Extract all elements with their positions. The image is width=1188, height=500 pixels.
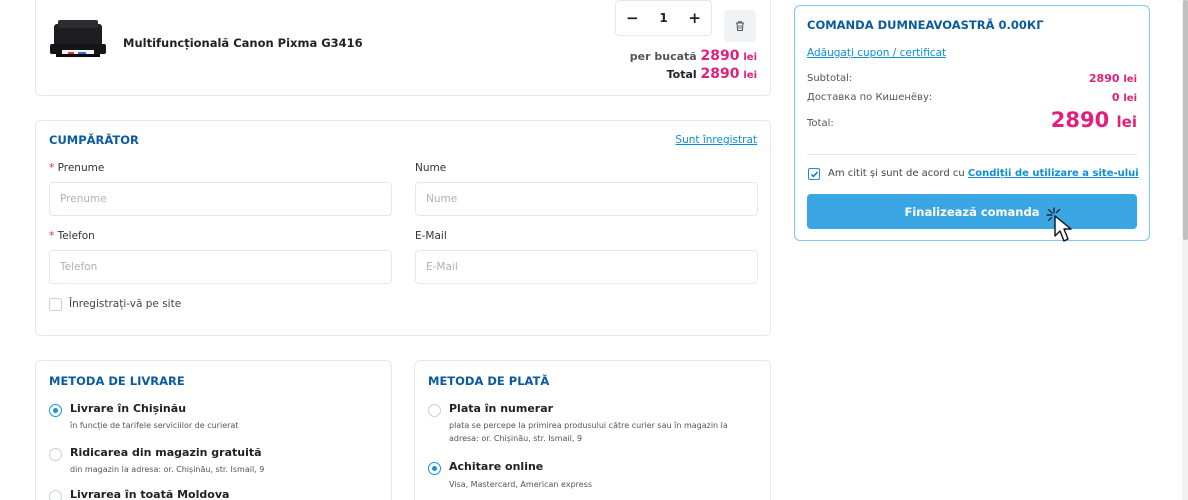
payment-option-title[interactable]: Plata în numerar — [449, 402, 553, 415]
delivery-cost-amount: 0 — [1111, 91, 1120, 104]
buyer-title: CUMPĂRĂTOR — [49, 133, 139, 147]
first-name-input[interactable] — [49, 182, 392, 216]
total-currency: lei — [743, 70, 757, 81]
cart-item-card: Multifuncțională Canon Pixma G3416 − 1 +… — [35, 0, 771, 96]
grand-total-value: 2890 lei — [1051, 108, 1137, 132]
delivery-cost-value: 0 lei — [1112, 91, 1137, 104]
remove-item-button[interactable] — [724, 10, 756, 42]
summary-title: COMANDA DUMNEAVOASTRĂ 0.00КГ — [807, 18, 1044, 32]
grand-total-amount: 2890 — [1050, 108, 1110, 132]
per-unit-label: per bucată — [629, 50, 697, 63]
grand-total-currency: lei — [1116, 113, 1137, 131]
page-scrollbar[interactable] — [1182, 0, 1188, 500]
delivery-option-title[interactable]: Livrarea în toată Moldova — [70, 488, 229, 500]
register-checkbox-label[interactable]: Înregistrați-vă pe site — [69, 298, 181, 310]
last-name-input[interactable] — [415, 182, 758, 216]
payment-title: METODA DE PLATĂ — [428, 374, 550, 388]
delivery-option-subtitle: din magazin la adresa: or. Chișinău, str… — [70, 465, 265, 474]
payment-radio-online[interactable] — [428, 462, 441, 475]
summary-divider — [807, 154, 1137, 155]
total-value: 2890 — [700, 66, 740, 82]
subtotal-amount: 2890 — [1088, 72, 1120, 85]
payment-option-subtitle: plata se percepe la primirea produsului … — [449, 421, 728, 443]
delivery-option-title[interactable]: Livrare în Chișinău — [70, 402, 186, 415]
terms-text: Am citit și sunt de acord cu Condiții de… — [828, 168, 1139, 179]
delivery-title: METODA DE LIVRARE — [49, 374, 185, 388]
click-cursor-icon — [1046, 207, 1072, 242]
phone-label: * Telefon — [49, 230, 95, 242]
payment-option-subtitle: Visa, Mastercard, American express — [449, 480, 593, 489]
order-summary-card: COMANDA DUMNEAVOASTRĂ 0.00КГ Adăugați cu… — [794, 5, 1150, 241]
required-mark: * — [49, 230, 55, 242]
subtotal-label: Subtotal: — [807, 73, 853, 84]
phone-label-text: Telefon — [57, 230, 95, 242]
decrease-quantity-button[interactable]: − — [626, 9, 639, 27]
delivery-radio-chisinau[interactable] — [49, 404, 62, 417]
delivery-method-card: METODA DE LIVRARE Livrare în Chișinău în… — [35, 360, 392, 500]
price-total: Total 2890 lei — [667, 66, 757, 82]
finalize-order-button[interactable]: Finalizează comanda — [807, 194, 1137, 229]
registered-link[interactable]: Sunt înregistrat — [675, 134, 757, 146]
email-label: E-Mail — [415, 230, 447, 242]
printer-thumbnail[interactable] — [48, 14, 108, 64]
email-input[interactable] — [415, 250, 758, 284]
delivery-radio-pickup[interactable] — [49, 448, 62, 461]
product-name[interactable]: Multifuncțională Canon Pixma G3416 — [123, 36, 363, 50]
register-checkbox[interactable] — [49, 298, 62, 311]
payment-method-card: METODA DE PLATĂ Plata în numerar plata s… — [414, 360, 771, 500]
delivery-cost-currency: lei — [1123, 93, 1137, 104]
delivery-cost-label: Доставка по Кишенёву: — [807, 92, 933, 103]
first-name-label: * Prenume — [49, 162, 104, 174]
delivery-radio-moldova[interactable] — [49, 490, 62, 500]
payment-option-title[interactable]: Achitare online — [449, 460, 543, 473]
per-unit-currency: lei — [743, 52, 757, 63]
terms-checkbox[interactable] — [808, 168, 820, 180]
delivery-option-title[interactable]: Ridicarea din magazin gratuită — [70, 446, 262, 459]
checkout-page: Multifuncțională Canon Pixma G3416 − 1 +… — [0, 0, 1188, 500]
buyer-card: CUMPĂRĂTOR Sunt înregistrat * Prenume Nu… — [35, 120, 771, 336]
trash-icon — [736, 21, 744, 31]
terms-text-prefix: Am citit și sunt de acord cu — [828, 168, 965, 179]
first-name-label-text: Prenume — [57, 162, 105, 174]
terms-link[interactable]: Condiții de utilizare a site-ului — [968, 168, 1139, 179]
per-unit-value: 2890 — [700, 48, 740, 64]
increase-quantity-button[interactable]: + — [688, 9, 701, 27]
total-label: Total: — [807, 118, 834, 129]
quantity-value[interactable]: 1 — [659, 11, 667, 25]
subtotal-currency: lei — [1123, 74, 1137, 85]
checkmark-icon — [810, 171, 818, 178]
quantity-stepper: − 1 + — [615, 0, 712, 36]
required-mark: * — [49, 162, 55, 174]
subtotal-value: 2890 lei — [1089, 72, 1137, 85]
payment-radio-cash[interactable] — [428, 404, 441, 417]
price-per-unit: per bucată 2890 lei — [630, 48, 757, 64]
delivery-option-subtitle: în funcție de tarifele serviciilor de cu… — [70, 421, 239, 430]
phone-input[interactable] — [49, 250, 392, 284]
coupon-link[interactable]: Adăugați cupon / certificat — [807, 47, 946, 59]
scrollbar-thumb[interactable] — [1183, 0, 1188, 240]
total-label: Total — [666, 68, 697, 81]
last-name-label: Nume — [415, 162, 447, 174]
